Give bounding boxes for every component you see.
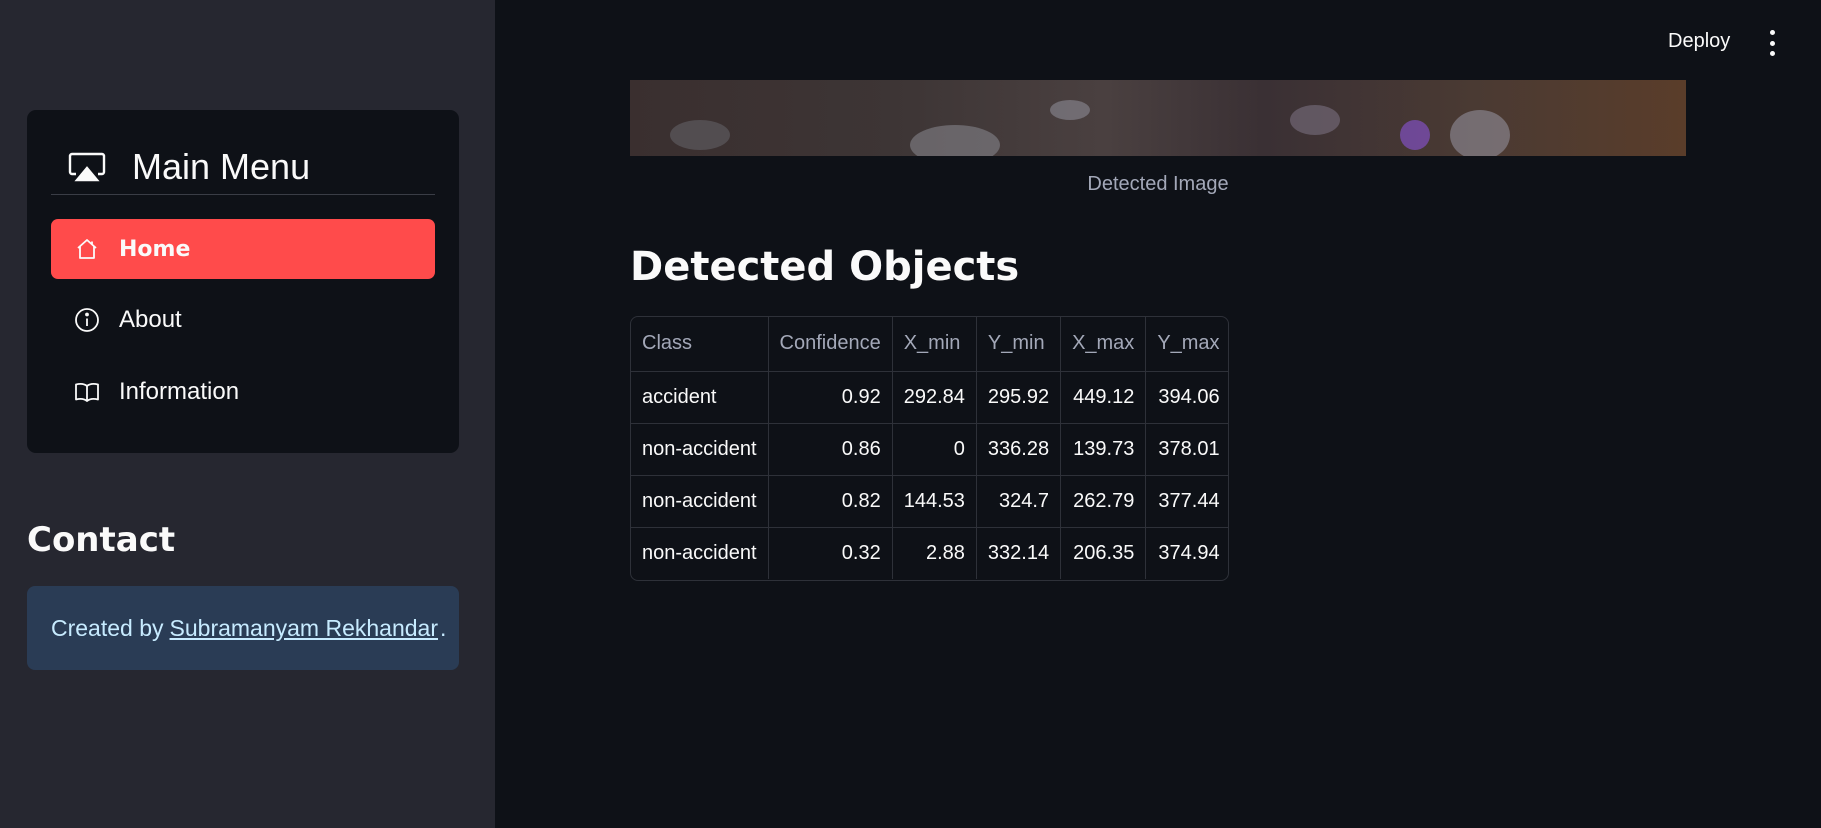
column-header-y-min[interactable]: Y_min (976, 317, 1062, 372)
table-cell[interactable]: 0.82 (768, 475, 893, 528)
table-cell[interactable]: 449.12 (1060, 371, 1147, 424)
contact-suffix: . (440, 614, 447, 641)
table-cell[interactable]: 332.14 (976, 527, 1062, 579)
section-title: Detected Objects (630, 244, 1020, 290)
nav-item-label: About (119, 306, 182, 333)
house-icon (73, 235, 101, 263)
table-row: non-accident 0.86 0 336.28 139.73 378.01 (631, 423, 1228, 476)
table-cell[interactable]: 139.73 (1060, 423, 1147, 476)
table-cell[interactable]: 0.86 (768, 423, 893, 476)
table-cell[interactable]: 144.53 (892, 475, 977, 528)
author-link[interactable]: Subramanyam Rekhandar (170, 615, 438, 642)
table-cell[interactable]: 324.7 (976, 475, 1062, 528)
detected-image (630, 80, 1686, 156)
sidebar: Main Menu Home About Information Contact… (0, 0, 495, 828)
table-cell[interactable]: 295.92 (976, 371, 1062, 424)
menu-title: Main Menu (132, 146, 311, 187)
nav-item-about[interactable]: About (51, 290, 435, 350)
table-cell[interactable]: 336.28 (976, 423, 1062, 476)
table-cell[interactable]: 0.92 (768, 371, 893, 424)
table-cell[interactable]: 262.79 (1060, 475, 1147, 528)
table-row: non-accident 0.32 2.88 332.14 206.35 374… (631, 527, 1228, 579)
nav-item-information[interactable]: Information (51, 362, 435, 422)
kebab-menu-icon[interactable] (1764, 30, 1780, 56)
book-icon (73, 378, 101, 406)
column-header-y-max[interactable]: Y_max (1145, 317, 1228, 372)
main-menu-card: Main Menu Home About Information (27, 110, 459, 453)
table-row: accident 0.92 292.84 295.92 449.12 394.0… (631, 371, 1228, 424)
table-cell[interactable]: accident (631, 371, 769, 424)
table-cell[interactable]: 378.01 (1145, 423, 1228, 476)
info-circle-icon (73, 306, 101, 334)
table-header-row: Class Confidence X_min Y_min X_max Y_max (631, 317, 1228, 372)
contact-heading: Contact (27, 520, 176, 560)
menu-header: Main Menu (51, 140, 435, 195)
table-cell[interactable]: 0.32 (768, 527, 893, 579)
column-header-x-min[interactable]: X_min (892, 317, 977, 372)
airplay-icon (68, 152, 106, 182)
detected-objects-table[interactable]: Class Confidence X_min Y_min X_max Y_max… (630, 316, 1229, 581)
table-cell[interactable]: 206.35 (1060, 527, 1147, 579)
nav-item-label: Information (119, 378, 240, 405)
table-cell[interactable]: 2.88 (892, 527, 977, 579)
image-caption: Detected Image (1087, 173, 1229, 195)
column-header-confidence[interactable]: Confidence (768, 317, 893, 372)
table-cell[interactable]: 0 (892, 423, 977, 476)
nav-item-home[interactable]: Home (51, 219, 435, 279)
contact-prefix: Created by (51, 614, 164, 641)
column-header-class[interactable]: Class (631, 317, 769, 372)
table-cell[interactable]: 374.94 (1146, 527, 1228, 579)
table-cell[interactable]: non-accident (631, 475, 769, 528)
table-cell[interactable]: non-accident (631, 423, 769, 476)
table-row: non-accident 0.82 144.53 324.7 262.79 37… (631, 475, 1228, 528)
nav-item-label: Home (119, 236, 191, 262)
table-cell[interactable]: 292.84 (892, 371, 977, 424)
table-cell[interactable]: 377.44 (1145, 475, 1228, 528)
contact-info-box: Created by Subramanyam Rekhandar . (27, 586, 459, 670)
table-cell[interactable]: 394.06 (1145, 371, 1228, 424)
table-cell[interactable]: non-accident (631, 527, 769, 579)
column-header-x-max[interactable]: X_max (1060, 317, 1147, 372)
deploy-button[interactable]: Deploy (1668, 30, 1730, 53)
